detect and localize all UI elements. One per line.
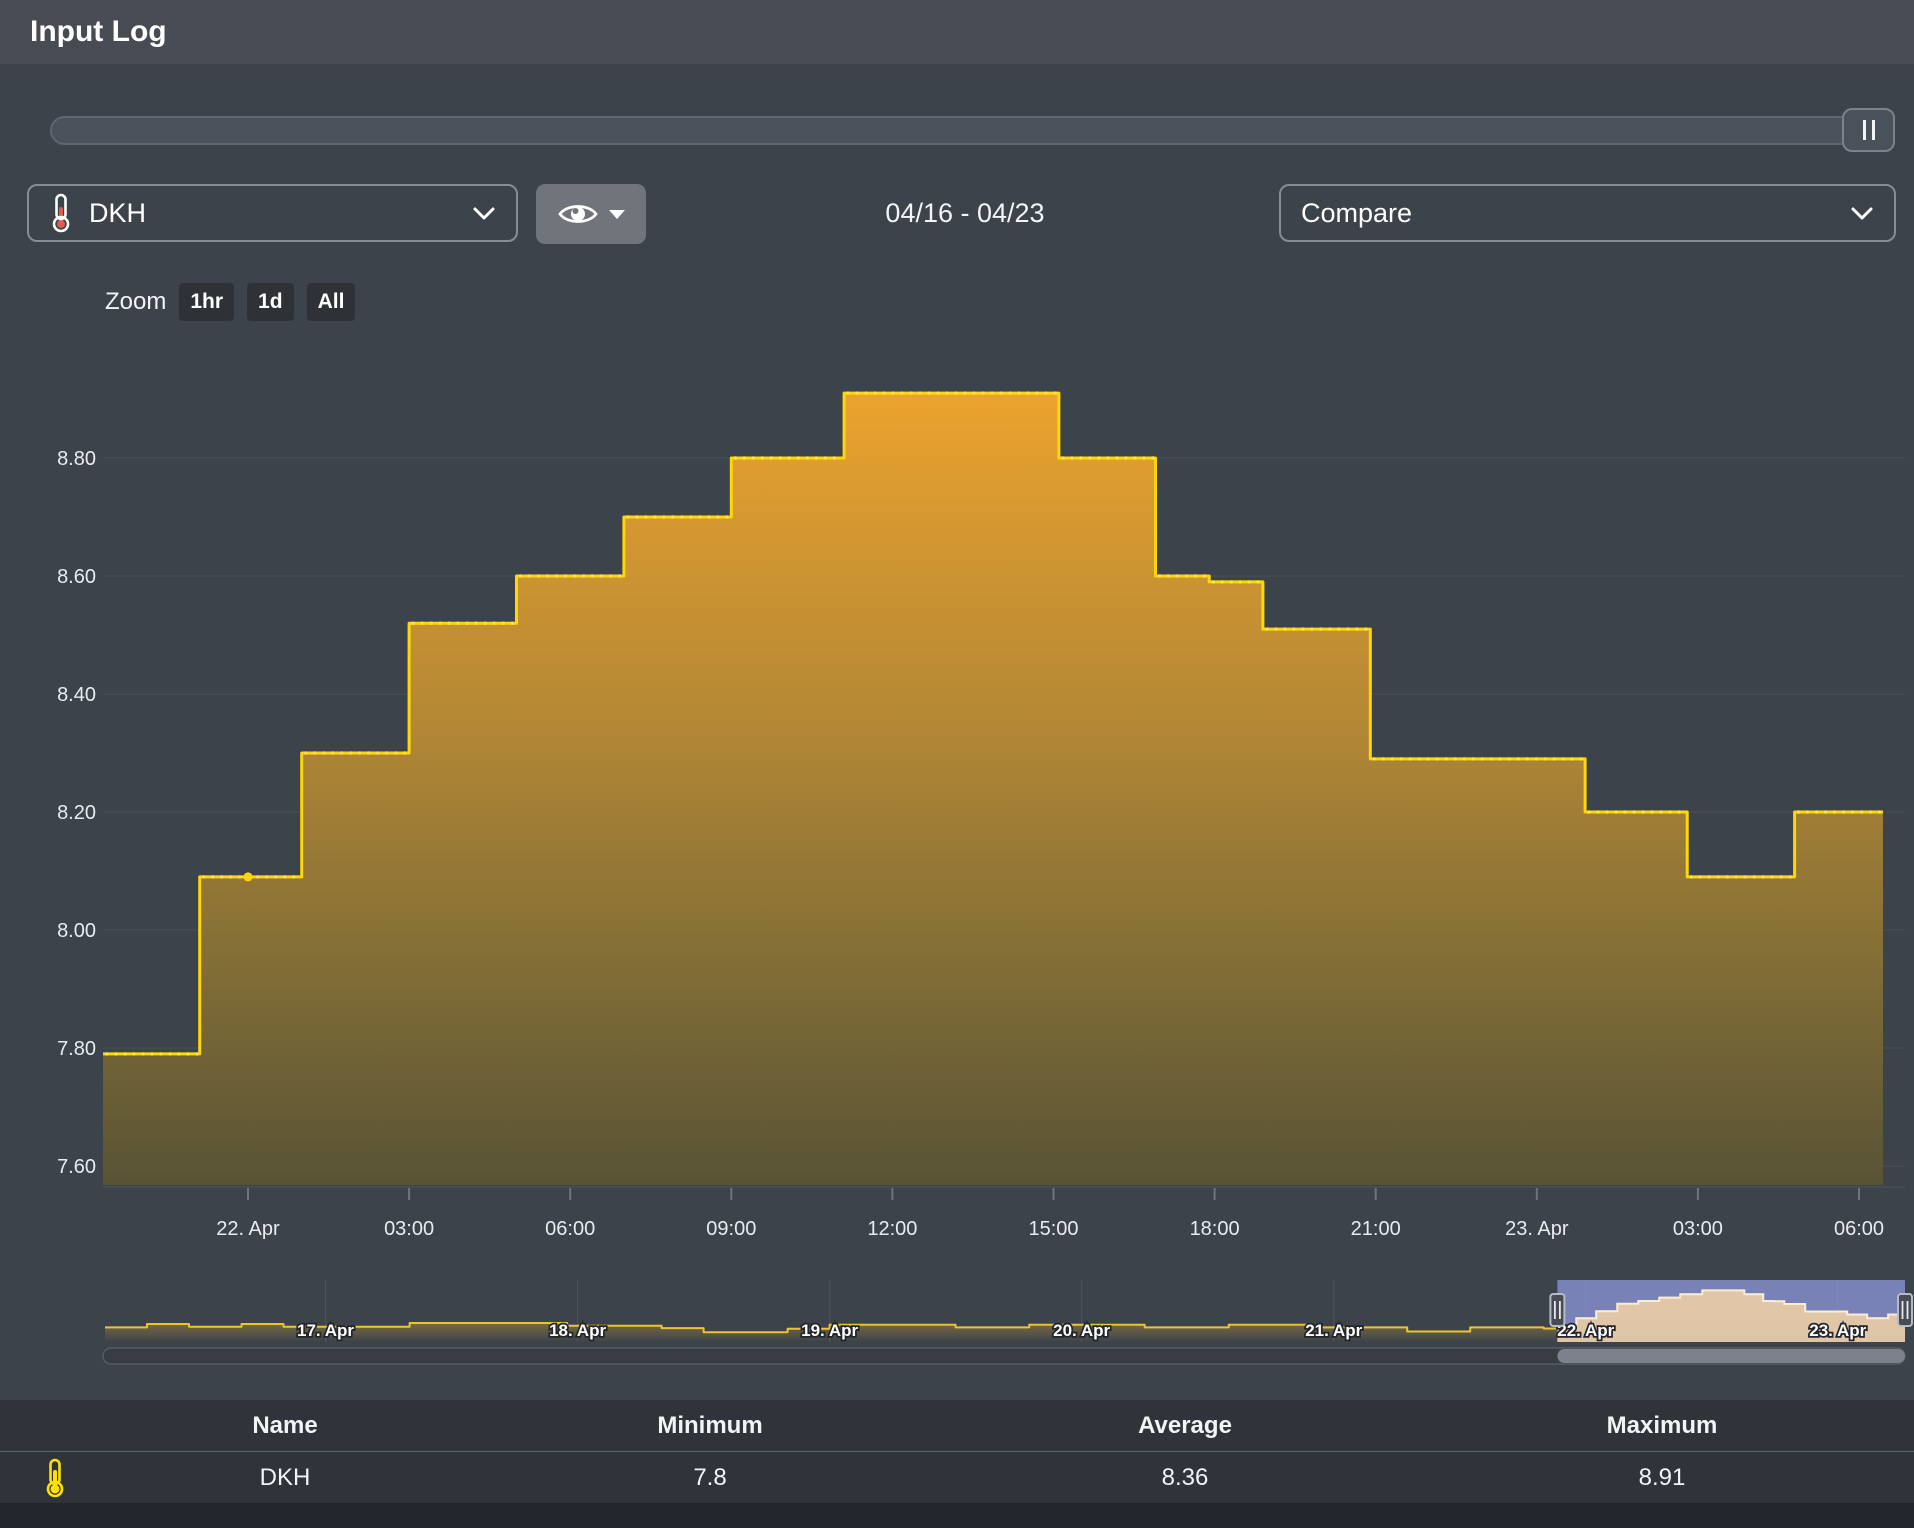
x-tick-label: 22. Apr (216, 1218, 280, 1240)
x-tick-label: 09:00 (706, 1218, 756, 1240)
row-name: DKH (110, 1464, 460, 1492)
input-log-page: Input Log DKH (0, 0, 1914, 1528)
y-tick-label: 8.40 (57, 684, 96, 706)
summary-table-header: Name Minimum Average Maximum (0, 1400, 1914, 1452)
navigator-day-label: 18. Apr (549, 1321, 606, 1340)
navigator-handle-left[interactable] (1550, 1294, 1564, 1326)
x-tick-label: 06:00 (545, 1218, 595, 1240)
y-tick-label: 8.80 (57, 448, 96, 470)
summary-table: Name Minimum Average Maximum DKH 7.8 8.3… (0, 1400, 1914, 1505)
y-tick-label: 7.80 (57, 1038, 96, 1060)
x-tick-label: 12:00 (867, 1218, 917, 1240)
x-tick-label: 23. Apr (1505, 1218, 1569, 1240)
dkh-series (103, 391, 1883, 1185)
chart-scrollbar-thumb[interactable] (1557, 1349, 1905, 1363)
navigator-day-label: 23. Apr (1809, 1321, 1866, 1340)
y-tick-label: 8.00 (57, 920, 96, 942)
navigator[interactable]: 17. Apr 18. Apr 19. Apr 20. Apr 21. Apr 22. A… (105, 1280, 1912, 1342)
column-header-maximum: Maximum (1410, 1412, 1914, 1440)
y-tick-label: 8.60 (57, 566, 96, 588)
row-minimum: 7.8 (460, 1464, 960, 1492)
thermometer-icon (0, 1458, 110, 1498)
x-tick-label: 21:00 (1351, 1218, 1401, 1240)
x-tick-label: 15:00 (1028, 1218, 1078, 1240)
x-tick-label: 06:00 (1834, 1218, 1884, 1240)
bottom-strip (0, 1503, 1914, 1528)
x-tick-label: 03:00 (1673, 1218, 1723, 1240)
column-header-minimum: Minimum (460, 1412, 960, 1440)
y-tick-label: 8.20 (57, 802, 96, 824)
navigator-handle-right[interactable] (1898, 1294, 1912, 1326)
navigator-day-label: 21. Apr (1305, 1321, 1362, 1340)
highlighted-point (244, 872, 253, 881)
column-header-average: Average (960, 1412, 1410, 1440)
y-tick-label: 7.60 (57, 1156, 96, 1178)
navigator-day-label: 20. Apr (1053, 1321, 1110, 1340)
x-tick-label: 03:00 (384, 1218, 434, 1240)
navigator-day-label: 19. Apr (801, 1321, 858, 1340)
navigator-day-label: 22. Apr (1557, 1321, 1614, 1340)
main-chart[interactable]: 7.60 7.80 8.00 8.20 8.40 8.60 8.80 22. Apr 03:00… (0, 0, 1914, 1528)
x-tick-label: 18:00 (1190, 1218, 1240, 1240)
navigator-day-label: 17. Apr (297, 1321, 354, 1340)
table-row: DKH 7.8 8.36 8.91 (0, 1452, 1914, 1505)
row-average: 8.36 (960, 1464, 1410, 1492)
row-maximum: 8.91 (1410, 1464, 1914, 1492)
column-header-name: Name (110, 1412, 460, 1440)
